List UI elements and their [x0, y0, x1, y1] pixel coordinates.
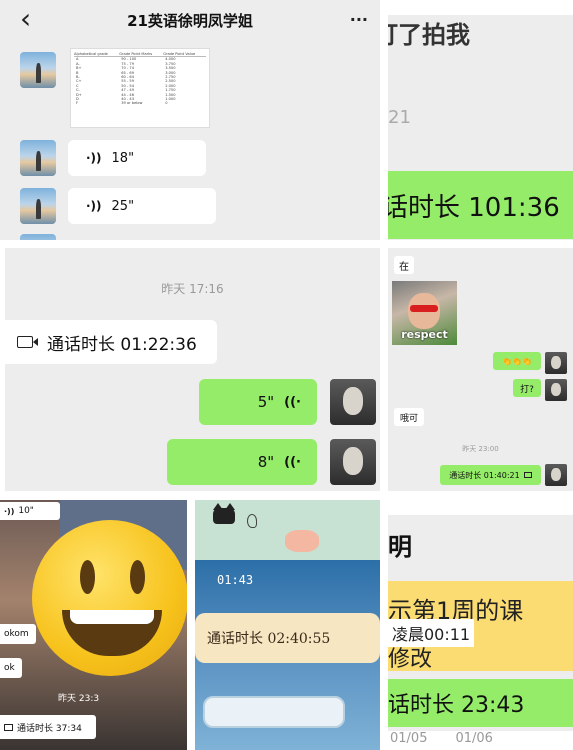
avatar[interactable]: [330, 439, 376, 485]
avatar[interactable]: [20, 188, 56, 224]
screenshot-schedule-zoom: 明 示第1周的课 凌晨00:11 修改 话时长 23:43 01/05 01/0…: [388, 515, 573, 750]
screenshot-grade-chat: ‹ 21英语徐明凤学姐 ··· Alphabetical grade Grade…: [0, 0, 380, 240]
video-call-icon: [4, 723, 13, 731]
smile-mouth-icon: [62, 610, 162, 656]
text-message[interactable]: okom: [0, 624, 36, 644]
voice-duration: 5": [257, 393, 275, 411]
voice-message[interactable]: 5" ((·: [199, 379, 317, 425]
grade-table-cell: 39 or below: [121, 101, 143, 106]
call-duration-text: 通话时长 01:40:21: [449, 470, 520, 480]
avatar[interactable]: [20, 140, 56, 176]
call-duration-bubble[interactable]: 话时长 23:43: [388, 679, 573, 727]
video-call-icon: [17, 336, 38, 348]
zoomed-title: 明: [388, 533, 412, 561]
timestamp: 昨天 17:16: [161, 282, 224, 296]
message-input-box[interactable]: [203, 696, 345, 728]
call-duration-text: 话时长 101:36: [388, 192, 560, 223]
timestamp: 昨天 23:00: [462, 445, 499, 453]
smiley-emoji: [32, 520, 187, 676]
voice-duration: 8": [257, 453, 275, 471]
grade-table-image[interactable]: Alphabetical grade Grade Point Marks Gra…: [70, 48, 210, 128]
voice-wave-icon: ·)): [86, 199, 102, 213]
timestamp: 昨天 23:3: [58, 694, 100, 704]
grade-table-row: F 39 or below 0: [74, 101, 206, 105]
avatar[interactable]: [545, 352, 567, 374]
screenshot-voice-chat: 昨天 17:16 通话时长 01:22:36 5" ((· 8" ((·: [5, 248, 380, 491]
zoomed-number: 21: [388, 107, 411, 128]
video-call-icon: [523, 472, 532, 478]
grade-table-cell: F: [76, 101, 79, 106]
message-text: ok: [4, 663, 15, 673]
ear-icon: [247, 514, 257, 528]
date-label: 01/06: [455, 731, 493, 746]
text-message[interactable]: 哦可: [394, 408, 424, 426]
call-duration-bubble[interactable]: 话时长 101:36: [388, 171, 573, 239]
call-record-bubble[interactable]: 通话时长 02:40:55: [195, 613, 380, 663]
voice-wave-icon: ((·: [284, 454, 301, 470]
avatar[interactable]: [545, 464, 567, 486]
right-eye-icon: [130, 560, 145, 594]
call-duration-text: 话时长 23:43: [388, 693, 525, 718]
voice-wave-icon: ·)): [86, 151, 102, 165]
grade-table-cell: 0: [165, 101, 168, 106]
respect-sticker[interactable]: respect: [392, 281, 457, 345]
sticker-caption: respect: [401, 328, 448, 341]
text-message[interactable]: 打?: [513, 379, 541, 397]
more-icon[interactable]: ···: [350, 10, 368, 29]
call-duration-text: 通话时长 01:22:36: [47, 334, 197, 355]
screenshot-sticker-chat: 在 respect 👏👏👏 打? 哦可 昨天 23:00 通话时长 01:40:…: [388, 248, 573, 491]
call-record-bubble[interactable]: 通话时长 01:40:21: [440, 465, 541, 485]
voice-message[interactable]: ·)) 10": [0, 502, 60, 520]
text-message[interactable]: 👏👏👏: [493, 352, 541, 370]
message-text: 在: [399, 261, 409, 273]
call-duration-text: 通话时长 37:34: [17, 723, 82, 734]
voice-duration: 25": [111, 198, 135, 214]
text-message[interactable]: ok: [0, 658, 22, 678]
message-text: okom: [4, 629, 29, 639]
avatar[interactable]: [20, 52, 56, 88]
message-text: 哦可: [399, 413, 418, 424]
screenshot-cat-wallpaper: 01:43 通话时长 02:40:55: [195, 500, 380, 750]
text-message[interactable]: 在: [394, 256, 414, 274]
left-eye-icon: [80, 560, 95, 594]
voice-duration: 18": [111, 150, 135, 166]
zoomed-text: 打了拍我: [388, 21, 470, 49]
call-time-text: 01:43: [217, 573, 254, 587]
chat-header: ‹ 21英语徐明凤学姐 ···: [0, 0, 380, 40]
message-text: 👏👏👏: [502, 356, 532, 366]
sunglasses-icon: [410, 305, 438, 312]
voice-duration: 10": [18, 506, 34, 516]
voice-message[interactable]: ·)) 18": [68, 140, 206, 176]
date-row: 01/05 01/06: [388, 731, 573, 750]
screenshot-photo-emoji: ·)) 10" okom ok 昨天 23:3 通话时长 37:34: [0, 500, 187, 750]
voice-wave-icon: ((·: [284, 394, 301, 410]
cat-icon: [213, 503, 235, 524]
voice-message[interactable]: 8" ((·: [167, 439, 317, 485]
flower-decoration: [285, 530, 319, 552]
avatar[interactable]: [545, 379, 567, 401]
grade-table: Alphabetical grade Grade Point Marks Gra…: [74, 52, 206, 106]
call-record-bubble[interactable]: 通话时长 37:34: [0, 715, 96, 739]
call-record-bubble[interactable]: 通话时长 01:22:36: [5, 320, 217, 364]
date-label: 01/05: [390, 731, 428, 746]
voice-wave-icon: ·)): [4, 506, 15, 516]
avatar[interactable]: [330, 379, 376, 425]
chat-title: 21英语徐明凤学姐: [127, 12, 253, 30]
message-text: 打?: [520, 384, 534, 395]
screenshot-call-zoom: 打了拍我 21 话时长 101:36: [388, 15, 573, 240]
call-duration-text: 通话时长 02:40:55: [207, 631, 331, 647]
voice-message[interactable]: ·)) 25": [68, 188, 216, 224]
schedule-line3: 修改: [388, 647, 433, 672]
avatar[interactable]: [20, 234, 56, 240]
